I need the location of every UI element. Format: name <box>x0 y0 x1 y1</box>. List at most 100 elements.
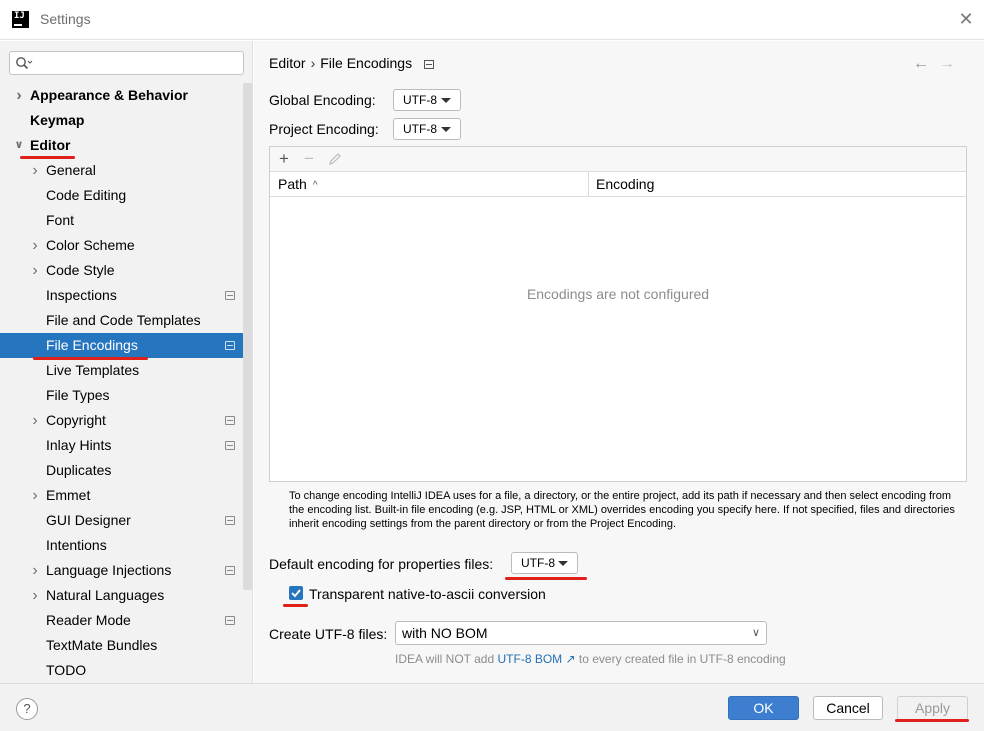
sidebar-item-code-style[interactable]: › Code Style <box>0 258 243 283</box>
sidebar-item-file-encodings[interactable]: File Encodings <box>0 333 243 358</box>
sidebar-item-code-editing[interactable]: Code Editing <box>0 183 243 208</box>
breadcrumb: Editor › File Encodings <box>269 55 435 71</box>
ok-button[interactable]: OK <box>728 696 799 720</box>
sidebar-item-inlay-hints[interactable]: Inlay Hints <box>0 433 243 458</box>
close-icon[interactable]: ✕ <box>957 10 975 28</box>
chevron-down-icon[interactable]: ∨ <box>13 133 25 158</box>
settings-search-box[interactable] <box>9 51 244 75</box>
intellij-app-icon: IJ <box>12 11 29 28</box>
sidebar-item-natural-languages[interactable]: › Natural Languages <box>0 583 243 608</box>
settings-sidebar: › Appearance & Behavior Keymap ∨ Editor › Gene… <box>0 41 253 683</box>
sidebar-item-textmate-bundles[interactable]: TextMate Bundles <box>0 633 243 658</box>
create-utf8-label: Create UTF-8 files: <box>269 626 388 642</box>
sidebar-item-general[interactable]: › General <box>0 158 243 183</box>
sidebar-item-label: Font <box>46 212 75 228</box>
sidebar-item-todo[interactable]: TODO <box>0 658 243 683</box>
title-bar: IJ Settings ✕ <box>0 0 984 40</box>
sidebar-scrollbar[interactable] <box>243 83 252 590</box>
global-encoding-value: UTF-8 <box>403 93 437 107</box>
utf8-bom-link[interactable]: UTF-8 BOM ↗ <box>498 652 576 666</box>
sidebar-item-label: File Encodings <box>46 337 138 353</box>
sidebar-item-inspections[interactable]: Inspections <box>0 283 243 308</box>
properties-encoding-dropdown[interactable]: UTF-8 <box>511 552 578 574</box>
sidebar-item-appearance-behavior[interactable]: › Appearance & Behavior <box>0 83 243 108</box>
sidebar-item-label: Natural Languages <box>46 587 165 603</box>
sidebar-item-reader-mode[interactable]: Reader Mode <box>0 608 243 633</box>
table-toolbar: + − <box>270 147 966 172</box>
sidebar-item-label: TODO <box>46 662 87 678</box>
settings-search-input[interactable] <box>38 54 238 72</box>
path-encoding-table: + − Path ^ Encoding Encodings are not con… <box>269 146 967 482</box>
sidebar-item-duplicates[interactable]: Duplicates <box>0 458 243 483</box>
chevron-right-icon[interactable]: › <box>29 233 41 258</box>
sidebar-item-label: General <box>46 162 96 178</box>
bom-note-prefix: IDEA will NOT add <box>395 652 495 666</box>
sidebar-item-file-types[interactable]: File Types <box>0 383 243 408</box>
chevron-right-icon[interactable]: › <box>29 483 41 508</box>
sidebar-item-label: Emmet <box>46 487 91 503</box>
sidebar-item-copyright[interactable]: › Copyright <box>0 408 243 433</box>
apply-button[interactable]: Apply <box>897 696 968 720</box>
arrow-left-icon[interactable]: ← <box>913 55 929 73</box>
sidebar-item-label: File Types <box>46 387 110 403</box>
arrow-right-icon[interactable]: → <box>939 55 955 73</box>
create-utf8-value: with NO BOM <box>402 625 488 641</box>
sidebar-item-live-templates[interactable]: Live Templates <box>0 358 243 383</box>
chevron-right-icon[interactable]: › <box>29 583 41 608</box>
chevron-right-icon[interactable]: › <box>29 558 41 583</box>
sort-ascending-icon: ^ <box>312 180 318 191</box>
column-header-path[interactable]: Path ^ <box>270 172 589 197</box>
sidebar-item-label: Language Injections <box>46 562 172 578</box>
sidebar-item-label: Duplicates <box>46 462 112 478</box>
annotation-underline-apply <box>895 719 969 722</box>
project-encoding-dropdown[interactable]: UTF-8 <box>393 118 461 140</box>
breadcrumb-separator: › <box>310 55 316 71</box>
minus-icon[interactable]: − <box>300 150 318 168</box>
sidebar-item-color-scheme[interactable]: › Color Scheme <box>0 233 243 258</box>
sidebar-item-language-injections[interactable]: › Language Injections <box>0 558 243 583</box>
encoding-help-text: To change encoding IntelliJ IDEA uses fo… <box>289 490 955 530</box>
sidebar-item-label: Code Style <box>46 262 115 278</box>
create-utf8-dropdown[interactable]: with NO BOM ∨ <box>395 621 767 645</box>
properties-encoding-label: Default encoding for properties files: <box>269 556 494 572</box>
breadcrumb-parent[interactable]: Editor <box>269 55 306 71</box>
native-to-ascii-label[interactable]: Transparent native-to-ascii conversion <box>309 586 546 602</box>
sidebar-item-label: Intentions <box>46 537 107 553</box>
annotation-underline-file-encodings <box>33 357 148 360</box>
global-encoding-dropdown[interactable]: UTF-8 <box>393 89 461 111</box>
help-button[interactable]: ? <box>16 698 38 720</box>
chevron-right-icon[interactable]: › <box>29 408 41 433</box>
sidebar-item-editor[interactable]: ∨ Editor <box>0 133 243 158</box>
global-encoding-label: Global Encoding: <box>269 92 376 108</box>
chevron-right-icon[interactable]: › <box>29 258 41 283</box>
dropdown-arrow-icon <box>558 561 568 566</box>
dropdown-arrow-icon <box>441 98 451 103</box>
project-scope-icon <box>424 60 435 69</box>
sidebar-item-keymap[interactable]: Keymap <box>0 108 243 133</box>
chevron-right-icon[interactable]: › <box>29 158 41 183</box>
native-to-ascii-checkbox[interactable] <box>289 586 303 600</box>
checkmark-icon <box>291 589 301 598</box>
sidebar-item-gui-designer[interactable]: GUI Designer <box>0 508 243 533</box>
project-scope-icon <box>225 341 235 350</box>
sidebar-item-file-and-code-templates[interactable]: File and Code Templates <box>0 308 243 333</box>
sidebar-item-label: Code Editing <box>46 187 127 203</box>
sidebar-item-label: Keymap <box>30 112 85 128</box>
chevron-right-icon[interactable]: › <box>13 83 25 108</box>
pencil-icon[interactable] <box>326 150 344 168</box>
sidebar-item-label: Color Scheme <box>46 237 135 253</box>
sidebar-item-label: Inspections <box>46 287 117 303</box>
cancel-button[interactable]: Cancel <box>813 696 883 720</box>
plus-icon[interactable]: + <box>275 150 293 168</box>
sidebar-item-label: Appearance & Behavior <box>30 87 188 103</box>
project-scope-icon <box>225 416 235 425</box>
sidebar-item-emmet[interactable]: › Emmet <box>0 483 243 508</box>
column-header-encoding[interactable]: Encoding <box>589 172 966 197</box>
project-scope-icon <box>225 441 235 450</box>
project-scope-icon <box>225 516 235 525</box>
search-icon <box>16 57 33 70</box>
sidebar-item-font[interactable]: Font <box>0 208 243 233</box>
sidebar-item-label: Inlay Hints <box>46 437 112 453</box>
window-title: Settings <box>40 11 91 27</box>
sidebar-item-intentions[interactable]: Intentions <box>0 533 243 558</box>
